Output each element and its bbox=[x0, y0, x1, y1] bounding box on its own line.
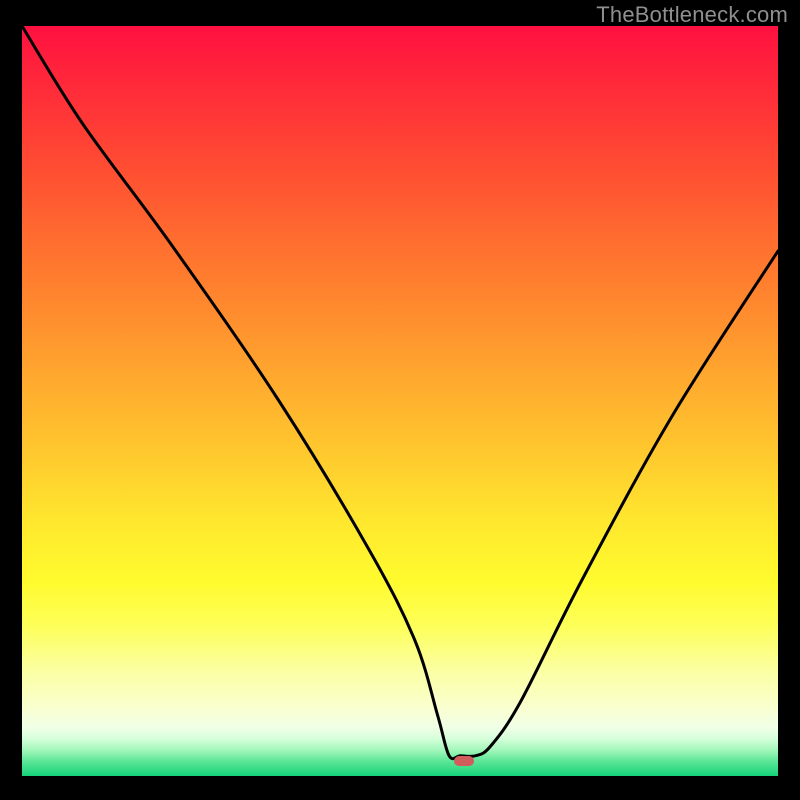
optimal-marker bbox=[454, 756, 474, 766]
curve-svg bbox=[22, 26, 778, 776]
plot-area bbox=[22, 26, 778, 776]
watermark-text: TheBottleneck.com bbox=[596, 2, 788, 28]
chart-container: TheBottleneck.com bbox=[0, 0, 800, 800]
bottleneck-curve bbox=[22, 26, 778, 759]
